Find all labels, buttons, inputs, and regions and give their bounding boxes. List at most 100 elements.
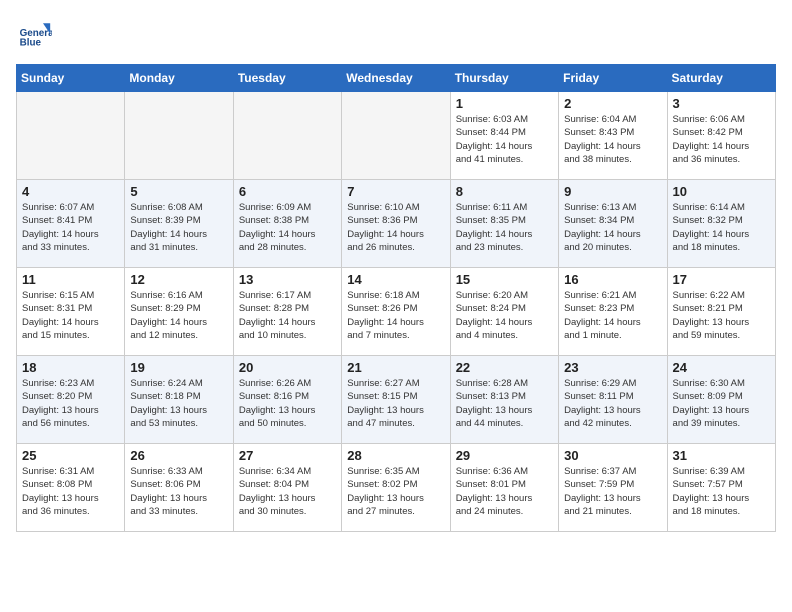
day-cell-14: 14Sunrise: 6:18 AM Sunset: 8:26 PM Dayli… (342, 268, 450, 356)
day-number: 3 (673, 96, 770, 111)
weekday-header-friday: Friday (559, 65, 667, 92)
day-info: Sunrise: 6:22 AM Sunset: 8:21 PM Dayligh… (673, 289, 770, 342)
day-info: Sunrise: 6:36 AM Sunset: 8:01 PM Dayligh… (456, 465, 553, 518)
empty-cell (233, 92, 341, 180)
empty-cell (125, 92, 233, 180)
day-cell-24: 24 Sunrise: 6:30 AM Sunset: 8:09 PM Dayli… (667, 356, 775, 444)
day-number: 25 (22, 448, 119, 463)
day-number: 31 (673, 448, 770, 463)
day-number: 28 (347, 448, 444, 463)
day-info: Sunrise: 6:16 AM Sunset: 8:29 PM Dayligh… (130, 289, 227, 342)
calendar-table: SundayMondayTuesdayWednesdayThursdayFrid… (16, 64, 776, 532)
day-cell-18: 18 Sunrise: 6:23 AM Sunset: 8:20 PM Dayli… (17, 356, 125, 444)
day-cell-3: 3 Sunrise: 6:06 AM Sunset: 8:42 PM Daylig… (667, 92, 775, 180)
day-number: 23 (564, 360, 661, 375)
day-info: Sunrise: 6:03 AM Sunset: 8:44 PM Dayligh… (456, 113, 553, 166)
day-info: Sunrise: 6:14 AM Sunset: 8:32 PM Dayligh… (673, 201, 770, 254)
day-cell-27: 27Sunrise: 6:34 AM Sunset: 8:04 PM Dayli… (233, 444, 341, 532)
day-cell-25: 25 Sunrise: 6:31 AM Sunset: 8:08 PM Dayli… (17, 444, 125, 532)
day-info: Sunrise: 6:39 AM Sunset: 7:57 PM Dayligh… (673, 465, 770, 518)
day-info: Sunrise: 6:27 AM Sunset: 8:15 PM Dayligh… (347, 377, 444, 430)
week-row-2: 4 Sunrise: 6:07 AM Sunset: 8:41 PM Daylig… (17, 180, 776, 268)
day-cell-2: 2Sunrise: 6:04 AM Sunset: 8:43 PM Daylig… (559, 92, 667, 180)
day-number: 5 (130, 184, 227, 199)
day-info: Sunrise: 6:33 AM Sunset: 8:06 PM Dayligh… (130, 465, 227, 518)
svg-text:Blue: Blue (20, 38, 42, 49)
week-row-5: 25 Sunrise: 6:31 AM Sunset: 8:08 PM Dayli… (17, 444, 776, 532)
weekday-header-saturday: Saturday (667, 65, 775, 92)
day-info: Sunrise: 6:35 AM Sunset: 8:02 PM Dayligh… (347, 465, 444, 518)
page-header: General Blue (16, 16, 776, 52)
day-number: 21 (347, 360, 444, 375)
day-info: Sunrise: 6:17 AM Sunset: 8:28 PM Dayligh… (239, 289, 336, 342)
day-cell-20: 20Sunrise: 6:26 AM Sunset: 8:16 PM Dayli… (233, 356, 341, 444)
day-info: Sunrise: 6:13 AM Sunset: 8:34 PM Dayligh… (564, 201, 661, 254)
day-cell-22: 22 Sunrise: 6:28 AM Sunset: 8:13 PM Dayli… (450, 356, 558, 444)
day-cell-16: 16 Sunrise: 6:21 AM Sunset: 8:23 PM Dayli… (559, 268, 667, 356)
day-info: Sunrise: 6:18 AM Sunset: 8:26 PM Dayligh… (347, 289, 444, 342)
day-cell-10: 10 Sunrise: 6:14 AM Sunset: 8:32 PM Dayli… (667, 180, 775, 268)
day-cell-31: 31 Sunrise: 6:39 AM Sunset: 7:57 PM Dayli… (667, 444, 775, 532)
day-number: 4 (22, 184, 119, 199)
day-number: 6 (239, 184, 336, 199)
day-cell-13: 13 Sunrise: 6:17 AM Sunset: 8:28 PM Dayli… (233, 268, 341, 356)
day-number: 13 (239, 272, 336, 287)
logo: General Blue (16, 16, 56, 52)
day-number: 7 (347, 184, 444, 199)
day-number: 1 (456, 96, 553, 111)
weekday-header-row: SundayMondayTuesdayWednesdayThursdayFrid… (17, 65, 776, 92)
day-info: Sunrise: 6:06 AM Sunset: 8:42 PM Dayligh… (673, 113, 770, 166)
day-number: 8 (456, 184, 553, 199)
day-cell-12: 12 Sunrise: 6:16 AM Sunset: 8:29 PM Dayli… (125, 268, 233, 356)
day-number: 27 (239, 448, 336, 463)
day-cell-17: 17 Sunrise: 6:22 AM Sunset: 8:21 PM Dayli… (667, 268, 775, 356)
day-number: 22 (456, 360, 553, 375)
weekday-header-wednesday: Wednesday (342, 65, 450, 92)
day-cell-26: 26 Sunrise: 6:33 AM Sunset: 8:06 PM Dayli… (125, 444, 233, 532)
day-info: Sunrise: 6:31 AM Sunset: 8:08 PM Dayligh… (22, 465, 119, 518)
day-cell-21: 21 Sunrise: 6:27 AM Sunset: 8:15 PM Dayli… (342, 356, 450, 444)
day-number: 11 (22, 272, 119, 287)
weekday-header-sunday: Sunday (17, 65, 125, 92)
day-cell-9: 9 Sunrise: 6:13 AM Sunset: 8:34 PM Daylig… (559, 180, 667, 268)
day-info: Sunrise: 6:20 AM Sunset: 8:24 PM Dayligh… (456, 289, 553, 342)
day-cell-11: 11Sunrise: 6:15 AM Sunset: 8:31 PM Dayli… (17, 268, 125, 356)
day-cell-30: 30 Sunrise: 6:37 AM Sunset: 7:59 PM Dayli… (559, 444, 667, 532)
day-cell-19: 19Sunrise: 6:24 AM Sunset: 8:18 PM Dayli… (125, 356, 233, 444)
day-number: 10 (673, 184, 770, 199)
day-cell-6: 6 Sunrise: 6:09 AM Sunset: 8:38 PM Daylig… (233, 180, 341, 268)
day-number: 17 (673, 272, 770, 287)
day-info: Sunrise: 6:10 AM Sunset: 8:36 PM Dayligh… (347, 201, 444, 254)
day-info: Sunrise: 6:23 AM Sunset: 8:20 PM Dayligh… (22, 377, 119, 430)
day-info: Sunrise: 6:37 AM Sunset: 7:59 PM Dayligh… (564, 465, 661, 518)
day-number: 9 (564, 184, 661, 199)
day-info: Sunrise: 6:30 AM Sunset: 8:09 PM Dayligh… (673, 377, 770, 430)
day-number: 30 (564, 448, 661, 463)
weekday-header-thursday: Thursday (450, 65, 558, 92)
weekday-header-monday: Monday (125, 65, 233, 92)
week-row-3: 11Sunrise: 6:15 AM Sunset: 8:31 PM Dayli… (17, 268, 776, 356)
week-row-1: 1 Sunrise: 6:03 AM Sunset: 8:44 PM Daylig… (17, 92, 776, 180)
day-number: 18 (22, 360, 119, 375)
logo-icon: General Blue (16, 16, 52, 52)
day-number: 20 (239, 360, 336, 375)
day-number: 19 (130, 360, 227, 375)
day-info: Sunrise: 6:04 AM Sunset: 8:43 PM Dayligh… (564, 113, 661, 166)
day-cell-4: 4 Sunrise: 6:07 AM Sunset: 8:41 PM Daylig… (17, 180, 125, 268)
day-cell-7: 7 Sunrise: 6:10 AM Sunset: 8:36 PM Daylig… (342, 180, 450, 268)
day-info: Sunrise: 6:09 AM Sunset: 8:38 PM Dayligh… (239, 201, 336, 254)
day-cell-28: 28 Sunrise: 6:35 AM Sunset: 8:02 PM Dayli… (342, 444, 450, 532)
day-info: Sunrise: 6:28 AM Sunset: 8:13 PM Dayligh… (456, 377, 553, 430)
day-info: Sunrise: 6:21 AM Sunset: 8:23 PM Dayligh… (564, 289, 661, 342)
day-info: Sunrise: 6:07 AM Sunset: 8:41 PM Dayligh… (22, 201, 119, 254)
day-number: 24 (673, 360, 770, 375)
day-number: 12 (130, 272, 227, 287)
day-info: Sunrise: 6:29 AM Sunset: 8:11 PM Dayligh… (564, 377, 661, 430)
day-info: Sunrise: 6:08 AM Sunset: 8:39 PM Dayligh… (130, 201, 227, 254)
week-row-4: 18 Sunrise: 6:23 AM Sunset: 8:20 PM Dayli… (17, 356, 776, 444)
empty-cell (17, 92, 125, 180)
day-number: 16 (564, 272, 661, 287)
day-cell-23: 23 Sunrise: 6:29 AM Sunset: 8:11 PM Dayli… (559, 356, 667, 444)
day-number: 26 (130, 448, 227, 463)
day-number: 15 (456, 272, 553, 287)
